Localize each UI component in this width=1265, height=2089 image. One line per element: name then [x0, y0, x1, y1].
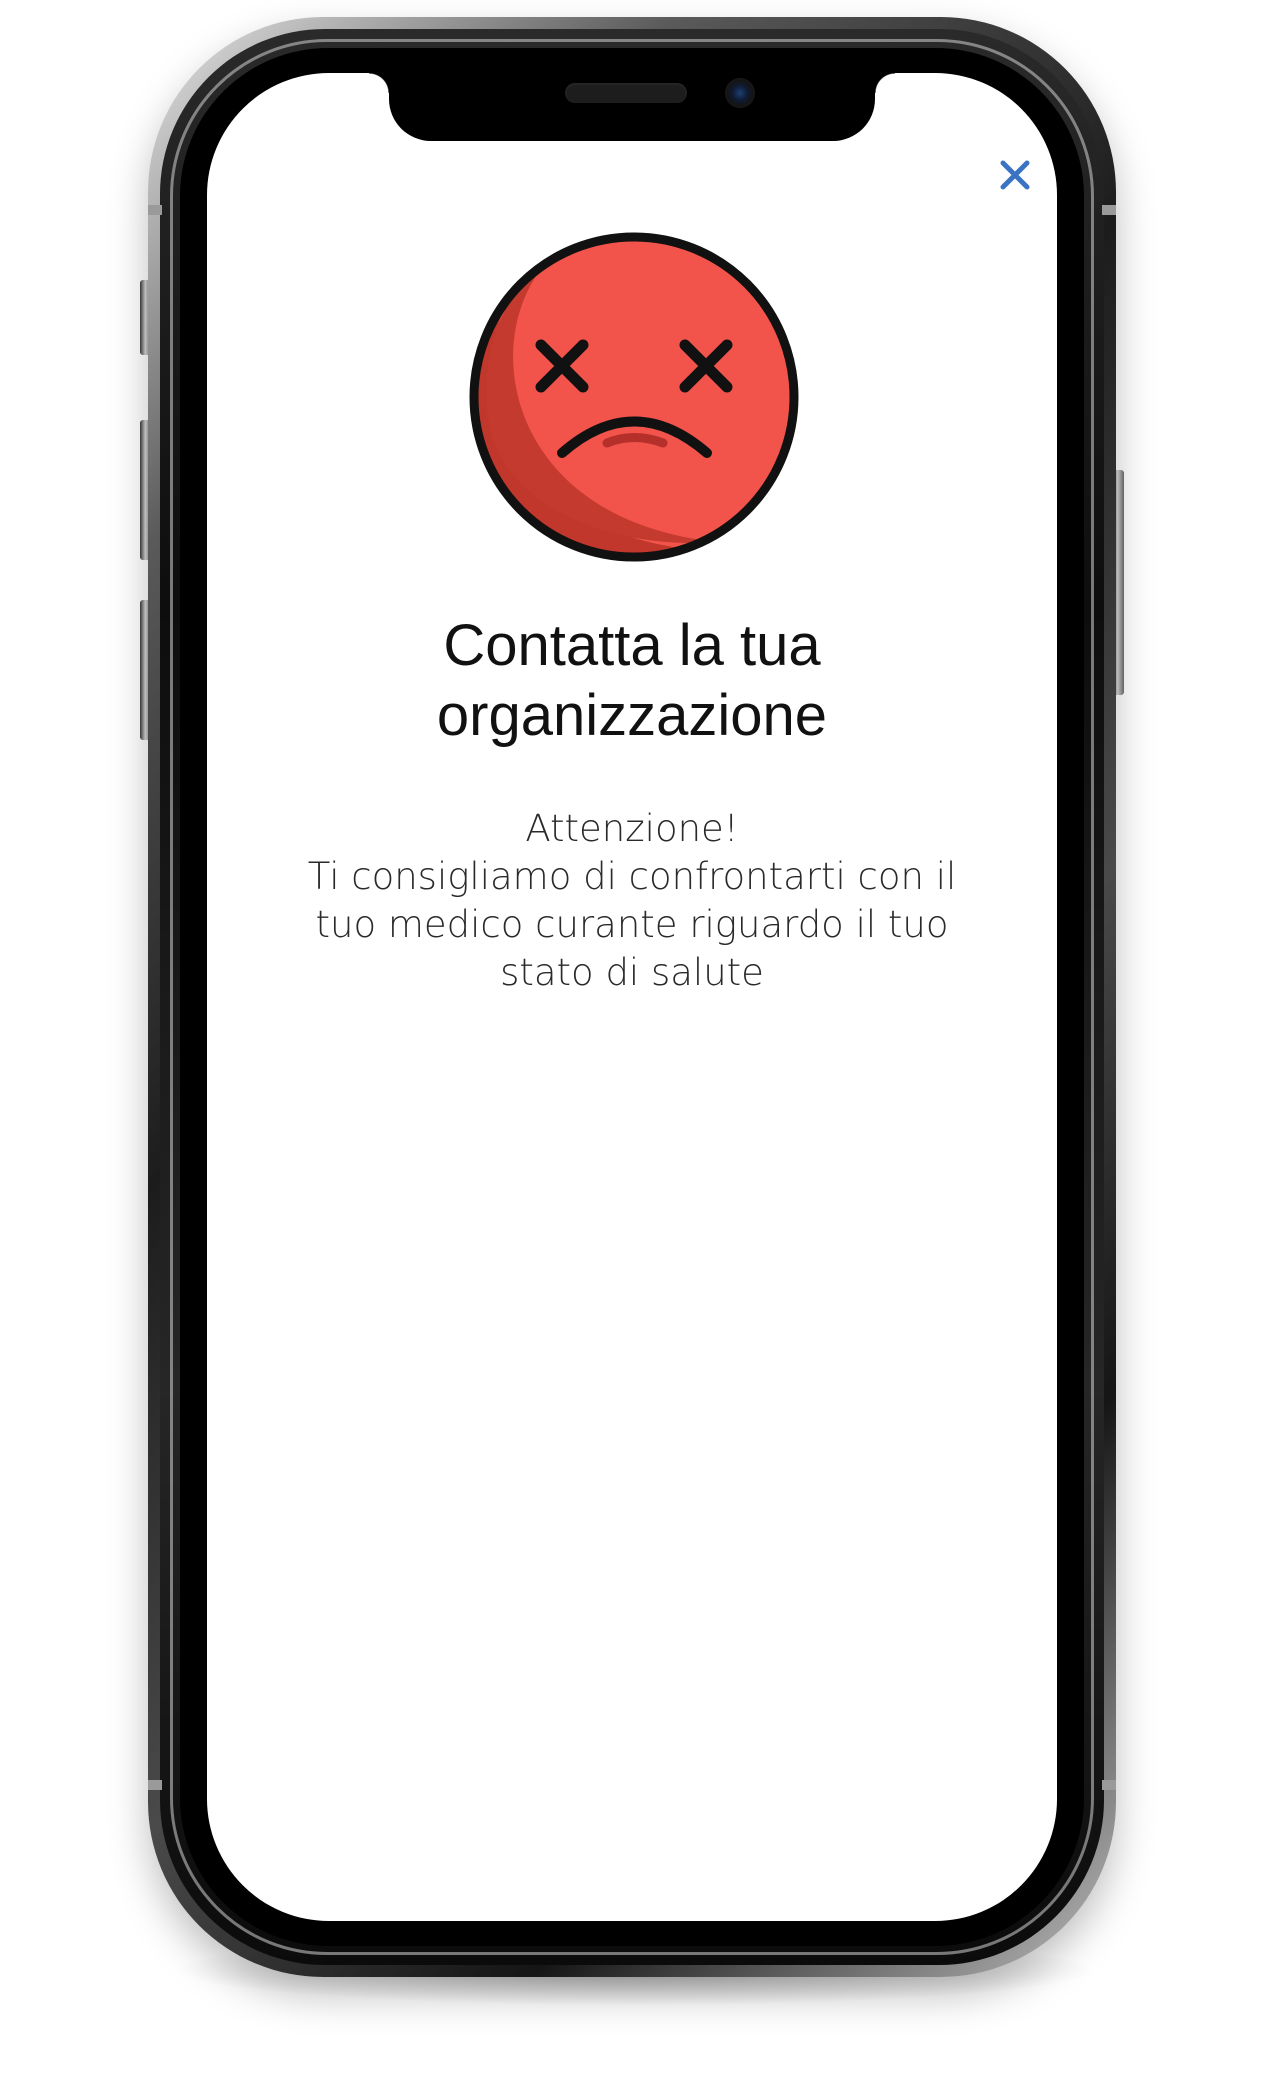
message-line: Attenzione! — [525, 807, 739, 850]
message-line: stato di salute — [500, 951, 764, 994]
warning-message: Attenzione! Ti consigliamo di confrontar… — [247, 805, 1017, 997]
message-line: Ti consigliamo di confrontarti con il — [307, 855, 957, 898]
title-line: organizzazione — [436, 683, 828, 748]
phone-mockup: Contatta la tua organizzazione Attenzion… — [0, 0, 1265, 2089]
close-button[interactable] — [993, 153, 1037, 197]
sad-face-dizzy-eyes-icon — [469, 232, 799, 562]
close-icon — [1000, 160, 1030, 190]
title-line: Contatta la tua — [443, 613, 821, 678]
antenna-band — [148, 205, 162, 215]
antenna-band — [148, 1780, 162, 1790]
antenna-band — [1102, 205, 1116, 215]
antenna-band — [1102, 1780, 1116, 1790]
earpiece-speaker — [565, 83, 687, 103]
message-line: tuo medico curante riguardo il tuo — [315, 903, 949, 946]
notch — [369, 73, 895, 141]
phone-screen: Contatta la tua organizzazione Attenzion… — [207, 73, 1057, 1921]
page-title: Contatta la tua organizzazione — [247, 611, 1017, 751]
front-camera — [725, 78, 755, 108]
